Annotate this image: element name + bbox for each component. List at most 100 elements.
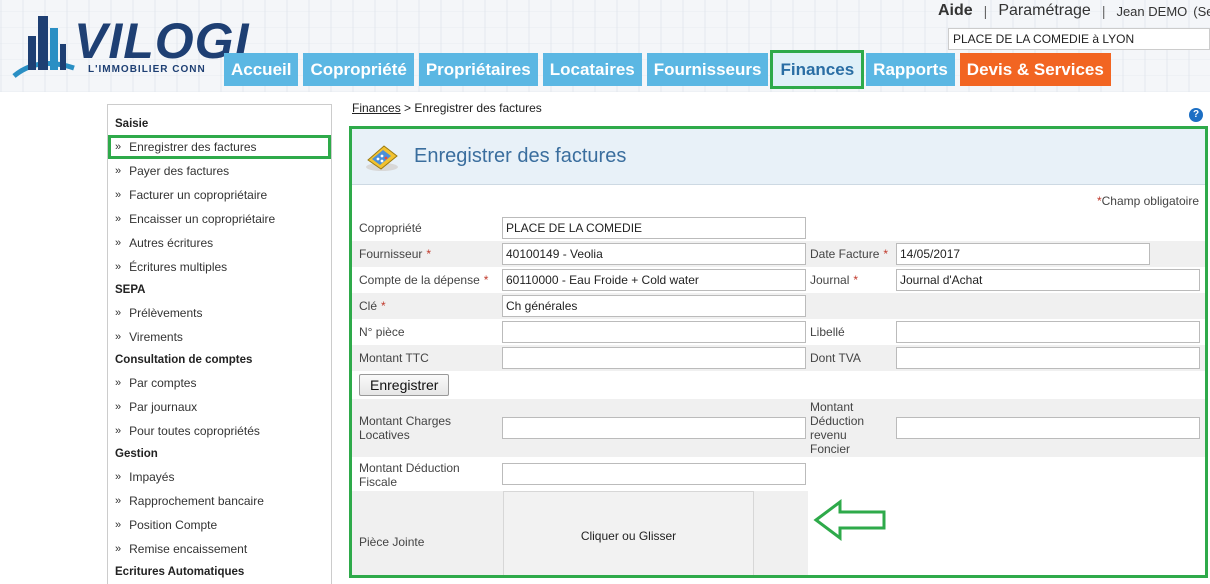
help-icon[interactable]: ? bbox=[1189, 108, 1203, 122]
sidebar-item-label: Encaisser un copropriétaire bbox=[129, 212, 276, 226]
building-logo-icon bbox=[12, 16, 75, 78]
sidebar-item-impayes[interactable]: » Impayés bbox=[108, 465, 331, 489]
form-row-fournisseur: Fournisseur * 40100149 - Veolia Date Fact… bbox=[352, 241, 1205, 267]
chevron-icon: » bbox=[115, 165, 122, 177]
tab-copropriete[interactable]: Copropriété bbox=[303, 53, 414, 86]
compte-depense-field[interactable]: 60110000 - Eau Froide + Cold water bbox=[502, 269, 806, 291]
sidebar-item-ecritures-multiples[interactable]: » Écritures multiples bbox=[108, 255, 331, 279]
num-piece-input[interactable] bbox=[502, 321, 806, 343]
fournisseur-label: Fournisseur * bbox=[359, 247, 432, 261]
settings-link[interactable]: Paramétrage bbox=[998, 2, 1091, 20]
sidebar-item-label: Impayés bbox=[129, 470, 175, 484]
sidebar-item-label: Enregistrer des factures bbox=[129, 140, 257, 154]
logout-link[interactable]: (Se bbox=[1193, 4, 1210, 19]
form-row-piece: N° pièce Libellé bbox=[352, 319, 1205, 345]
sidebar-item-payer-factures[interactable]: » Payer des factures bbox=[108, 159, 331, 183]
sidebar-item-virements[interactable]: » Virements bbox=[108, 325, 331, 349]
fournisseur-field[interactable]: 40100149 - Veolia bbox=[502, 243, 806, 265]
top-link-separator: | bbox=[1101, 3, 1106, 19]
sidebar-section-gestion: Gestion bbox=[115, 448, 158, 460]
breadcrumb: Finances > Enregistrer des factures bbox=[352, 101, 542, 115]
sidebar-item-label: Prélèvements bbox=[129, 306, 203, 320]
deduction-revenu-foncier-label: Montant Déduction revenu Foncier bbox=[810, 400, 865, 456]
journal-field[interactable]: Journal d'Achat bbox=[896, 269, 1200, 291]
sidebar-section-consultation: Consultation de comptes bbox=[115, 354, 253, 366]
breadcrumb-current: Enregistrer des factures bbox=[414, 101, 542, 115]
dont-tva-label: Dont TVA bbox=[810, 351, 861, 365]
form-row-deduction-fiscale: Montant Déduction Fiscale bbox=[352, 457, 1205, 491]
tab-fournisseurs[interactable]: Fournisseurs bbox=[646, 53, 769, 86]
sidebar-item-toutes-coproprietes[interactable]: » Pour toutes copropriétés bbox=[108, 419, 331, 443]
chevron-icon: » bbox=[115, 141, 122, 153]
sidebar-item-label: Facturer un copropriétaire bbox=[129, 188, 268, 202]
required-field-note: *Champ obligatoire bbox=[1096, 194, 1199, 208]
tab-locataires[interactable]: Locataires bbox=[542, 53, 642, 86]
sidebar-item-facturer-coproprietaire[interactable]: » Facturer un copropriétaire bbox=[108, 183, 331, 207]
copropriete-field[interactable]: PLACE DE LA COMEDIE bbox=[502, 217, 806, 239]
num-piece-label: N° pièce bbox=[359, 325, 405, 339]
sidebar-item-par-journaux[interactable]: » Par journaux bbox=[108, 395, 331, 419]
chevron-icon: » bbox=[115, 495, 122, 507]
libelle-label: Libellé bbox=[810, 325, 845, 339]
sidebar-item-label: Position Compte bbox=[129, 518, 218, 532]
form-row-cle: Clé * Ch générales bbox=[352, 293, 1205, 319]
tab-accueil[interactable]: Accueil bbox=[224, 53, 299, 86]
montant-ttc-input[interactable] bbox=[502, 347, 806, 369]
breadcrumb-finances-link[interactable]: Finances bbox=[352, 101, 401, 115]
date-facture-field[interactable]: 14/05/2017 bbox=[896, 243, 1150, 265]
form-row-copropriete: Copropriété PLACE DE LA COMEDIE bbox=[352, 215, 1205, 241]
breadcrumb-separator: > bbox=[404, 101, 412, 115]
piece-jointe-label: Pièce Jointe bbox=[359, 535, 425, 549]
sidebar-item-label: Écritures multiples bbox=[129, 260, 228, 274]
tab-proprietaires[interactable]: Propriétaires bbox=[418, 53, 538, 86]
sidebar-item-label: Par journaux bbox=[129, 400, 198, 414]
copropriete-selector[interactable]: PLACE DE LA COMEDIE à LYON bbox=[948, 28, 1210, 50]
chevron-icon: » bbox=[115, 261, 122, 273]
sidebar-item-position-compte[interactable]: » Position Compte bbox=[108, 513, 331, 537]
sidebar-item-label: Virements bbox=[129, 330, 183, 344]
chevron-icon: » bbox=[115, 425, 122, 437]
sidebar-section-ecritures-auto: Ecritures Automatiques bbox=[115, 566, 245, 578]
deduction-revenu-foncier-input[interactable] bbox=[896, 417, 1200, 439]
dont-tva-input[interactable] bbox=[896, 347, 1200, 369]
date-facture-label: Date Facture * bbox=[810, 247, 889, 261]
tab-devis-services[interactable]: Devis & Services bbox=[959, 53, 1111, 86]
cle-field[interactable]: Ch générales bbox=[502, 295, 806, 317]
sidebar-item-autres-ecritures[interactable]: » Autres écritures bbox=[108, 231, 331, 255]
invoice-form-panel: Enregistrer des factures *Champ obligato… bbox=[349, 126, 1208, 578]
top-link-separator: | bbox=[983, 3, 988, 19]
sidebar-item-label: Payer des factures bbox=[129, 164, 230, 178]
form-row-charges: Montant Charges Locatives Montant Déductio… bbox=[352, 399, 1205, 457]
sidebar-item-encaisser-coproprietaire[interactable]: » Encaisser un copropriétaire bbox=[108, 207, 331, 231]
chevron-icon: » bbox=[115, 543, 122, 555]
sidebar-item-label: Autres écritures bbox=[129, 236, 214, 250]
chevron-icon: » bbox=[115, 519, 122, 531]
chevron-icon: » bbox=[115, 307, 122, 319]
charges-locatives-input[interactable] bbox=[502, 417, 806, 439]
sidebar-item-label: Rapprochement bancaire bbox=[129, 494, 264, 508]
chevron-icon: » bbox=[115, 237, 122, 249]
form-row-montant: Montant TTC Dont TVA bbox=[352, 345, 1205, 371]
file-dropzone[interactable]: Cliquer ou Glisser bbox=[503, 491, 754, 575]
help-link[interactable]: Aide bbox=[938, 2, 973, 20]
chevron-icon: » bbox=[115, 331, 122, 343]
sidebar-item-rapprochement-bancaire[interactable]: » Rapprochement bancaire bbox=[108, 489, 331, 513]
chevron-icon: » bbox=[115, 471, 122, 483]
user-name[interactable]: Jean DEMO bbox=[1116, 4, 1187, 19]
libelle-input[interactable] bbox=[896, 321, 1200, 343]
sidebar-item-par-comptes[interactable]: » Par comptes bbox=[108, 371, 331, 395]
sidebar-item-label: Pour toutes copropriétés bbox=[129, 424, 260, 438]
sidebar-item-enregistrer-factures[interactable]: » Enregistrer des factures bbox=[108, 135, 331, 159]
tab-rapports[interactable]: Rapports bbox=[866, 53, 955, 86]
sidebar-item-label: Par comptes bbox=[129, 376, 197, 390]
sidebar-section-saisie: Saisie bbox=[115, 118, 149, 130]
deduction-fiscale-input[interactable] bbox=[502, 463, 806, 485]
save-button[interactable]: Enregistrer bbox=[359, 374, 450, 396]
tab-finances[interactable]: Finances bbox=[770, 50, 865, 89]
calculator-icon bbox=[366, 144, 398, 171]
panel-header: Enregistrer des factures bbox=[352, 129, 1205, 185]
sidebar-item-prelevements[interactable]: » Prélèvements bbox=[108, 301, 331, 325]
form-row-compte: Compte de la dépense * 60110000 - Eau Fro… bbox=[352, 267, 1205, 293]
sidebar-item-label: Remise encaissement bbox=[129, 542, 248, 556]
sidebar-item-remise-encaissement[interactable]: » Remise encaissement bbox=[108, 537, 331, 561]
